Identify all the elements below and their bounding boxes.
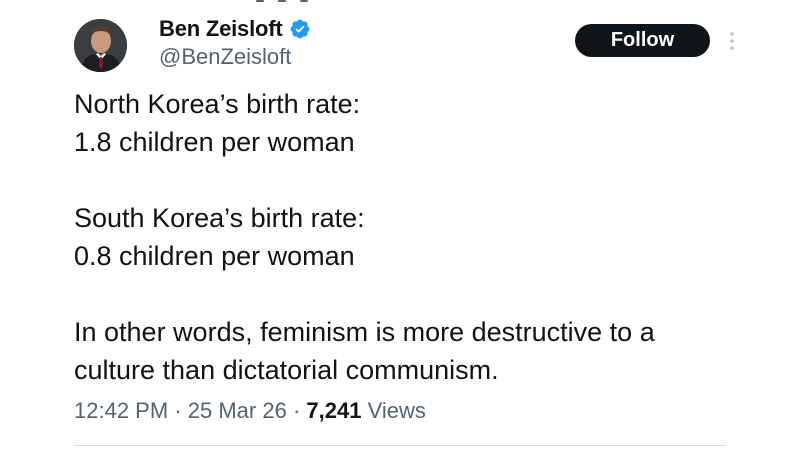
tweet-line: South Korea’s birth rate: (74, 203, 365, 233)
author-handle[interactable]: @BenZeisloft (159, 44, 291, 70)
follow-button[interactable]: Follow (575, 24, 710, 57)
divider (74, 445, 726, 446)
author-name[interactable]: Ben Zeisloft (159, 16, 283, 42)
tweet-text: North Korea’s birth rate: 1.8 children p… (74, 85, 764, 389)
avatar[interactable] (74, 19, 127, 72)
views-count[interactable]: 7,241 (306, 398, 361, 423)
more-vertical-icon[interactable] (725, 30, 739, 52)
tweet-time[interactable]: 12:42 PM (74, 398, 168, 423)
tweet-line: culture than dictatorial communism. (74, 355, 499, 385)
tweet-line: 0.8 children per woman (74, 241, 355, 271)
meta-separator: · (174, 398, 182, 423)
tweet-card: Ben Zeisloft @BenZeisloft Follow North K… (0, 0, 800, 454)
tweet-line: In other words, feminism is more destruc… (74, 317, 655, 347)
previous-tweet-edge (256, 0, 326, 2)
tweet-line: 1.8 children per woman (74, 127, 355, 157)
views-label: Views (367, 398, 426, 423)
profile-photo-icon (74, 19, 127, 72)
verified-badge-icon (290, 19, 309, 39)
tweet-meta: 12:42 PM · 25 Mar 26 · 7,241 Views (74, 398, 426, 424)
tweet-line: North Korea’s birth rate: (74, 89, 361, 119)
tweet-date[interactable]: 25 Mar 26 (188, 398, 287, 423)
meta-separator: · (292, 398, 301, 423)
author-name-row[interactable]: Ben Zeisloft (159, 14, 311, 44)
